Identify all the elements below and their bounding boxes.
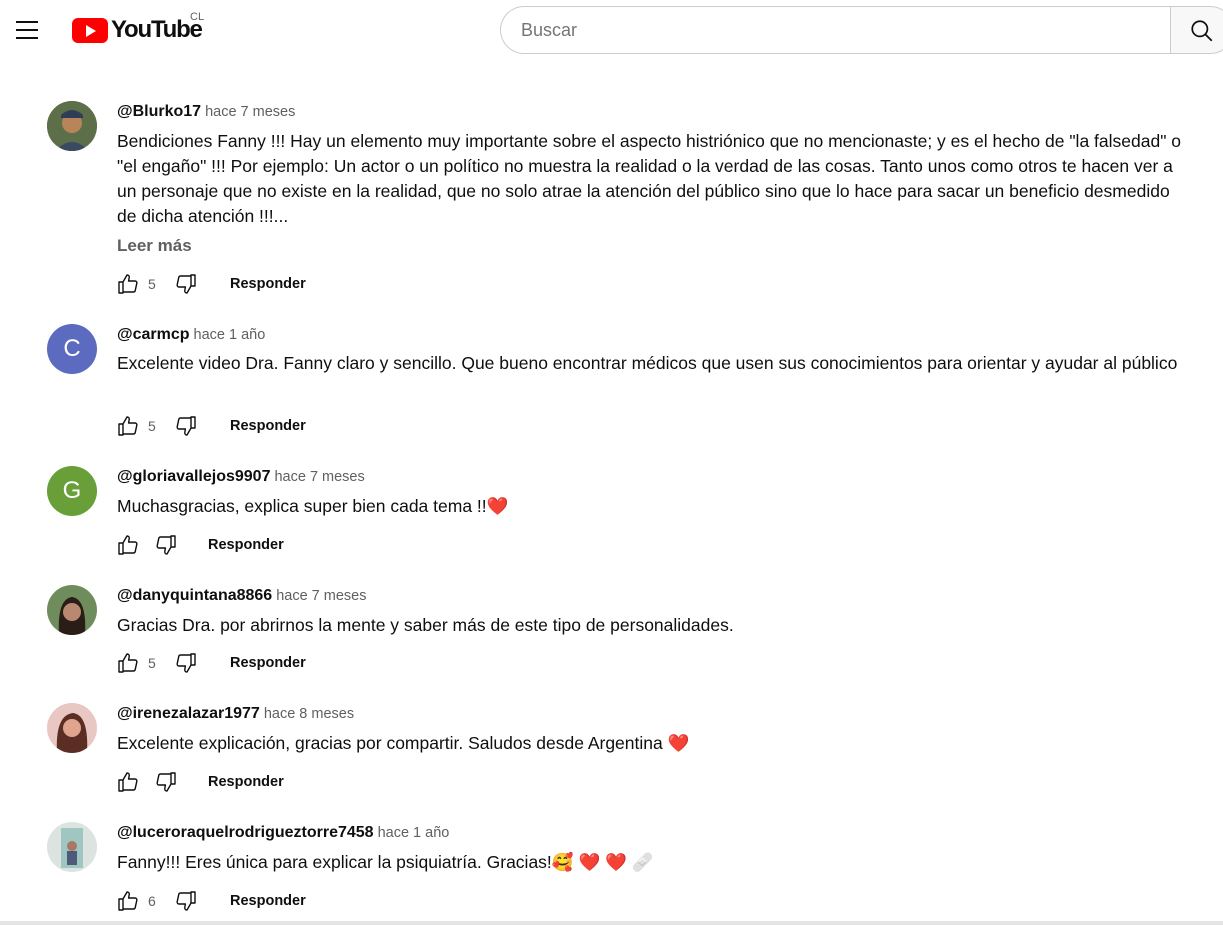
search-icon xyxy=(1191,20,1213,42)
avatar[interactable] xyxy=(47,101,97,151)
comment-time[interactable]: hace 8 meses xyxy=(264,706,354,722)
comment-time[interactable]: hace 1 año xyxy=(194,327,266,343)
like-count: 6 xyxy=(148,893,156,909)
comment-text: Gracias Dra. por abrirnos la mente y sab… xyxy=(117,615,734,635)
comment-time[interactable]: hace 7 meses xyxy=(205,104,295,120)
comment-author[interactable]: @luceroraquelrodrigueztorre7458 xyxy=(117,824,374,841)
thumb-up-icon xyxy=(118,535,138,555)
reply-button[interactable]: Responder xyxy=(208,537,284,553)
thumb-down-icon xyxy=(176,891,196,911)
comment-author[interactable]: @Blurko17 xyxy=(117,103,201,120)
play-logo-icon xyxy=(72,17,108,43)
like-count: 5 xyxy=(148,655,156,671)
thumb-up-icon xyxy=(118,891,138,911)
thumb-down-icon xyxy=(176,653,196,673)
thumb-up-icon xyxy=(118,416,138,436)
read-more-button[interactable]: Leer más xyxy=(117,236,192,256)
country-code: CL xyxy=(190,11,205,23)
comment-text: Fanny!!! Eres única para explicar la psi… xyxy=(117,850,1187,875)
avatar[interactable] xyxy=(47,822,97,872)
thumb-down-icon xyxy=(176,416,196,436)
comment-text-body: Fanny!!! Eres única para explicar la psi… xyxy=(117,852,552,872)
like-button[interactable] xyxy=(114,270,142,298)
comment-time[interactable]: hace 7 meses xyxy=(276,588,366,604)
comment-text: Excelente explicación, gracias por compa… xyxy=(117,731,1187,756)
dislike-button[interactable] xyxy=(172,270,200,298)
thumb-down-icon xyxy=(156,772,176,792)
thumb-down-icon xyxy=(176,274,196,294)
heart-emoji: ❤️ xyxy=(486,496,509,516)
like-button[interactable] xyxy=(114,531,142,559)
logo-text: YouTube xyxy=(111,16,203,43)
menu-icon[interactable] xyxy=(12,12,44,48)
comment-text-body: Muchasgracias, explica super bien cada t… xyxy=(117,496,487,516)
dislike-button[interactable] xyxy=(152,768,180,796)
like-button[interactable] xyxy=(114,649,142,677)
avatar[interactable] xyxy=(47,703,97,753)
avatar-initial: C xyxy=(63,335,81,362)
comment-author[interactable]: @gloriavallejos9907 xyxy=(117,468,270,485)
comment-author[interactable]: @irenezalazar1977 xyxy=(117,705,260,722)
reply-button[interactable]: Responder xyxy=(230,418,306,434)
avatar[interactable]: C xyxy=(47,324,97,374)
comment-author[interactable]: @carmcp xyxy=(117,326,190,343)
divider xyxy=(0,921,1223,925)
comment-text: Excelente video Dra. Fanny claro y senci… xyxy=(117,353,1178,373)
avatar-initial: G xyxy=(62,477,82,504)
avatar[interactable]: G xyxy=(47,466,97,516)
like-button[interactable] xyxy=(114,887,142,915)
thumb-up-icon xyxy=(118,274,138,294)
dislike-button[interactable] xyxy=(152,531,180,559)
comment-time[interactable]: hace 1 año xyxy=(378,825,450,841)
like-count: 5 xyxy=(148,418,156,434)
reply-button[interactable]: Responder xyxy=(230,893,306,909)
search-button[interactable] xyxy=(1170,6,1223,54)
comment-time[interactable]: hace 7 meses xyxy=(274,469,364,485)
reply-button[interactable]: Responder xyxy=(230,655,306,671)
reply-button[interactable]: Responder xyxy=(208,774,284,790)
search-input[interactable] xyxy=(500,6,1171,54)
user-photo-icon xyxy=(47,703,97,753)
dislike-button[interactable] xyxy=(172,649,200,677)
like-button[interactable] xyxy=(114,412,142,440)
emoji-group: 🥰 ❤️ ❤️ 🩹 xyxy=(551,852,654,872)
comment-text: Bendiciones Fanny !!! Hay un elemento mu… xyxy=(117,131,1182,226)
youtube-logo[interactable]: YouTube xyxy=(72,16,203,43)
masthead: YouTube CL xyxy=(0,0,1223,60)
reply-button[interactable]: Responder xyxy=(230,276,306,292)
dislike-button[interactable] xyxy=(172,887,200,915)
thumb-down-icon xyxy=(156,535,176,555)
like-count: 5 xyxy=(148,276,156,292)
dislike-button[interactable] xyxy=(172,412,200,440)
heart-emoji: ❤️ xyxy=(667,733,690,753)
thumb-up-icon xyxy=(118,772,138,792)
user-photo-icon xyxy=(47,101,97,151)
like-button[interactable] xyxy=(114,768,142,796)
thumb-up-icon xyxy=(118,653,138,673)
user-photo-icon xyxy=(47,822,97,872)
avatar[interactable] xyxy=(47,585,97,635)
comment-text-body: Excelente explicación, gracias por compa… xyxy=(117,733,668,753)
user-photo-icon xyxy=(47,585,97,635)
comment-author[interactable]: @danyquintana8866 xyxy=(117,587,272,604)
comment-text: Muchasgracias, explica super bien cada t… xyxy=(117,494,1187,519)
